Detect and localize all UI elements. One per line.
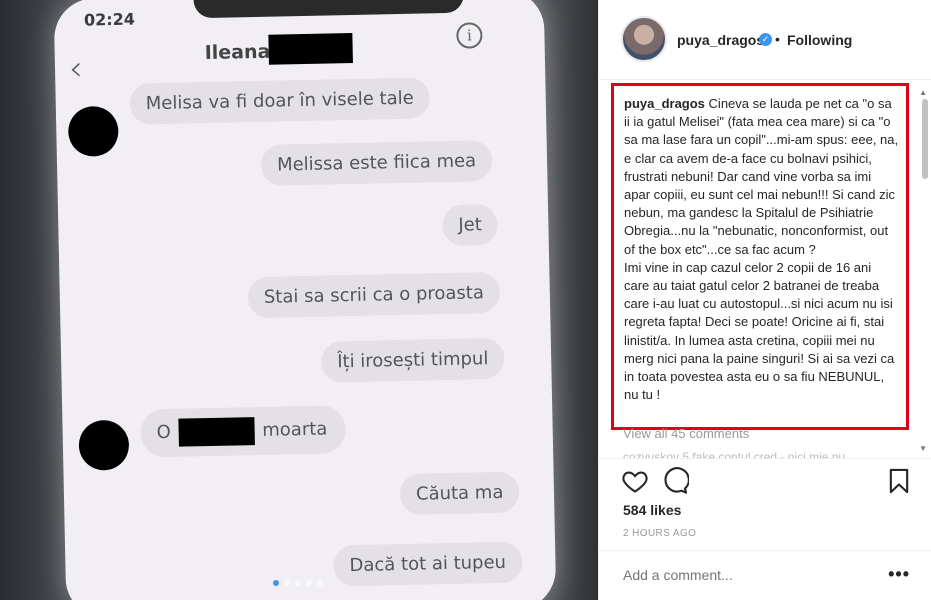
sender-avatar bbox=[78, 419, 130, 471]
post-timestamp: 2 HOURS AGO bbox=[623, 528, 697, 539]
carousel-dot bbox=[273, 580, 279, 586]
scroll-down-arrow-icon[interactable]: ▼ bbox=[919, 444, 927, 453]
caption-highlight: puya_dragos Cineva se lauda pe net ca "o… bbox=[611, 83, 909, 430]
carousel-dot bbox=[284, 580, 290, 586]
scroll-up-arrow-icon[interactable]: ▲ bbox=[919, 88, 927, 97]
phone-time: 02:24 bbox=[83, 9, 136, 30]
post-sidebar: puya_dragos ✓ • Following puya_dragos Ci… bbox=[598, 0, 931, 600]
message-text: Melissa este fiica mea bbox=[276, 150, 477, 176]
comment-form: ••• bbox=[599, 550, 931, 600]
message-text: Îți irosești timpul bbox=[336, 348, 489, 373]
message-text: Dacă tot ai tupeu bbox=[349, 551, 507, 577]
carousel-indicator bbox=[273, 580, 323, 586]
scrollbar-thumb[interactable] bbox=[922, 99, 928, 179]
redaction-bar bbox=[178, 417, 255, 447]
post-header: puya_dragos ✓ • Following bbox=[599, 0, 931, 80]
message-text: Jet bbox=[458, 214, 483, 236]
phone-notch bbox=[193, 0, 464, 19]
avatar[interactable] bbox=[621, 16, 667, 62]
carousel-dot bbox=[306, 580, 312, 586]
carousel-dot bbox=[317, 580, 323, 586]
message-bubble: Îți irosești timpul bbox=[320, 337, 505, 383]
phone-screen: 02:24 ‹ Ileana i Melisa va fi doar în vi… bbox=[53, 0, 557, 600]
username-link[interactable]: puya_dragos bbox=[677, 32, 764, 48]
verified-badge-icon: ✓ bbox=[759, 33, 772, 46]
heart-icon[interactable] bbox=[621, 467, 649, 495]
sender-avatar bbox=[67, 105, 119, 157]
chat-contact-name: Ileana bbox=[204, 40, 271, 65]
message-text: O bbox=[156, 421, 172, 444]
caption-body: Cineva se lauda pe net ca "o sa ii ia ga… bbox=[624, 96, 899, 403]
message-bubble: Melissa este fiica mea bbox=[260, 140, 493, 186]
view-all-comments-link[interactable]: View all 45 comments bbox=[623, 426, 749, 441]
message-bubble: Dacă tot ai tupeu bbox=[333, 541, 523, 587]
following-button[interactable]: Following bbox=[787, 32, 852, 48]
message-text: Stai sa scrii ca o proasta bbox=[263, 282, 485, 308]
carousel-dot bbox=[295, 580, 301, 586]
back-chevron-icon: ‹ bbox=[68, 48, 84, 89]
separator: • bbox=[775, 31, 780, 47]
message-text: moarta bbox=[262, 418, 328, 441]
message-bubble: Căuta ma bbox=[399, 471, 520, 516]
info-icon: i bbox=[456, 22, 483, 49]
comment-input[interactable] bbox=[623, 567, 804, 583]
action-bar bbox=[599, 458, 931, 500]
message-bubble: Melisa va fi doar în visele tale bbox=[129, 77, 431, 125]
message-text: Căuta ma bbox=[415, 481, 504, 505]
message-bubble: Stai sa scrii ca o proasta bbox=[247, 271, 501, 319]
comment-partial: cozvuskov 5 fake contul cred - nici mie … bbox=[623, 450, 846, 458]
likes-count[interactable]: 584 likes bbox=[623, 502, 681, 518]
redaction-bar bbox=[268, 32, 353, 65]
caption: puya_dragos Cineva se lauda pe net ca "o… bbox=[624, 95, 900, 404]
comment-icon[interactable] bbox=[661, 467, 689, 495]
bookmark-icon[interactable] bbox=[885, 467, 913, 495]
post-photo[interactable]: 02:24 ‹ Ileana i Melisa va fi doar în vi… bbox=[0, 0, 598, 600]
caption-username[interactable]: puya_dragos bbox=[624, 96, 705, 111]
message-bubble: Jet bbox=[441, 203, 499, 247]
message-bubble: O moarta bbox=[140, 405, 346, 458]
message-text: Melisa va fi doar în visele tale bbox=[145, 87, 414, 115]
more-options-icon[interactable]: ••• bbox=[888, 564, 910, 585]
